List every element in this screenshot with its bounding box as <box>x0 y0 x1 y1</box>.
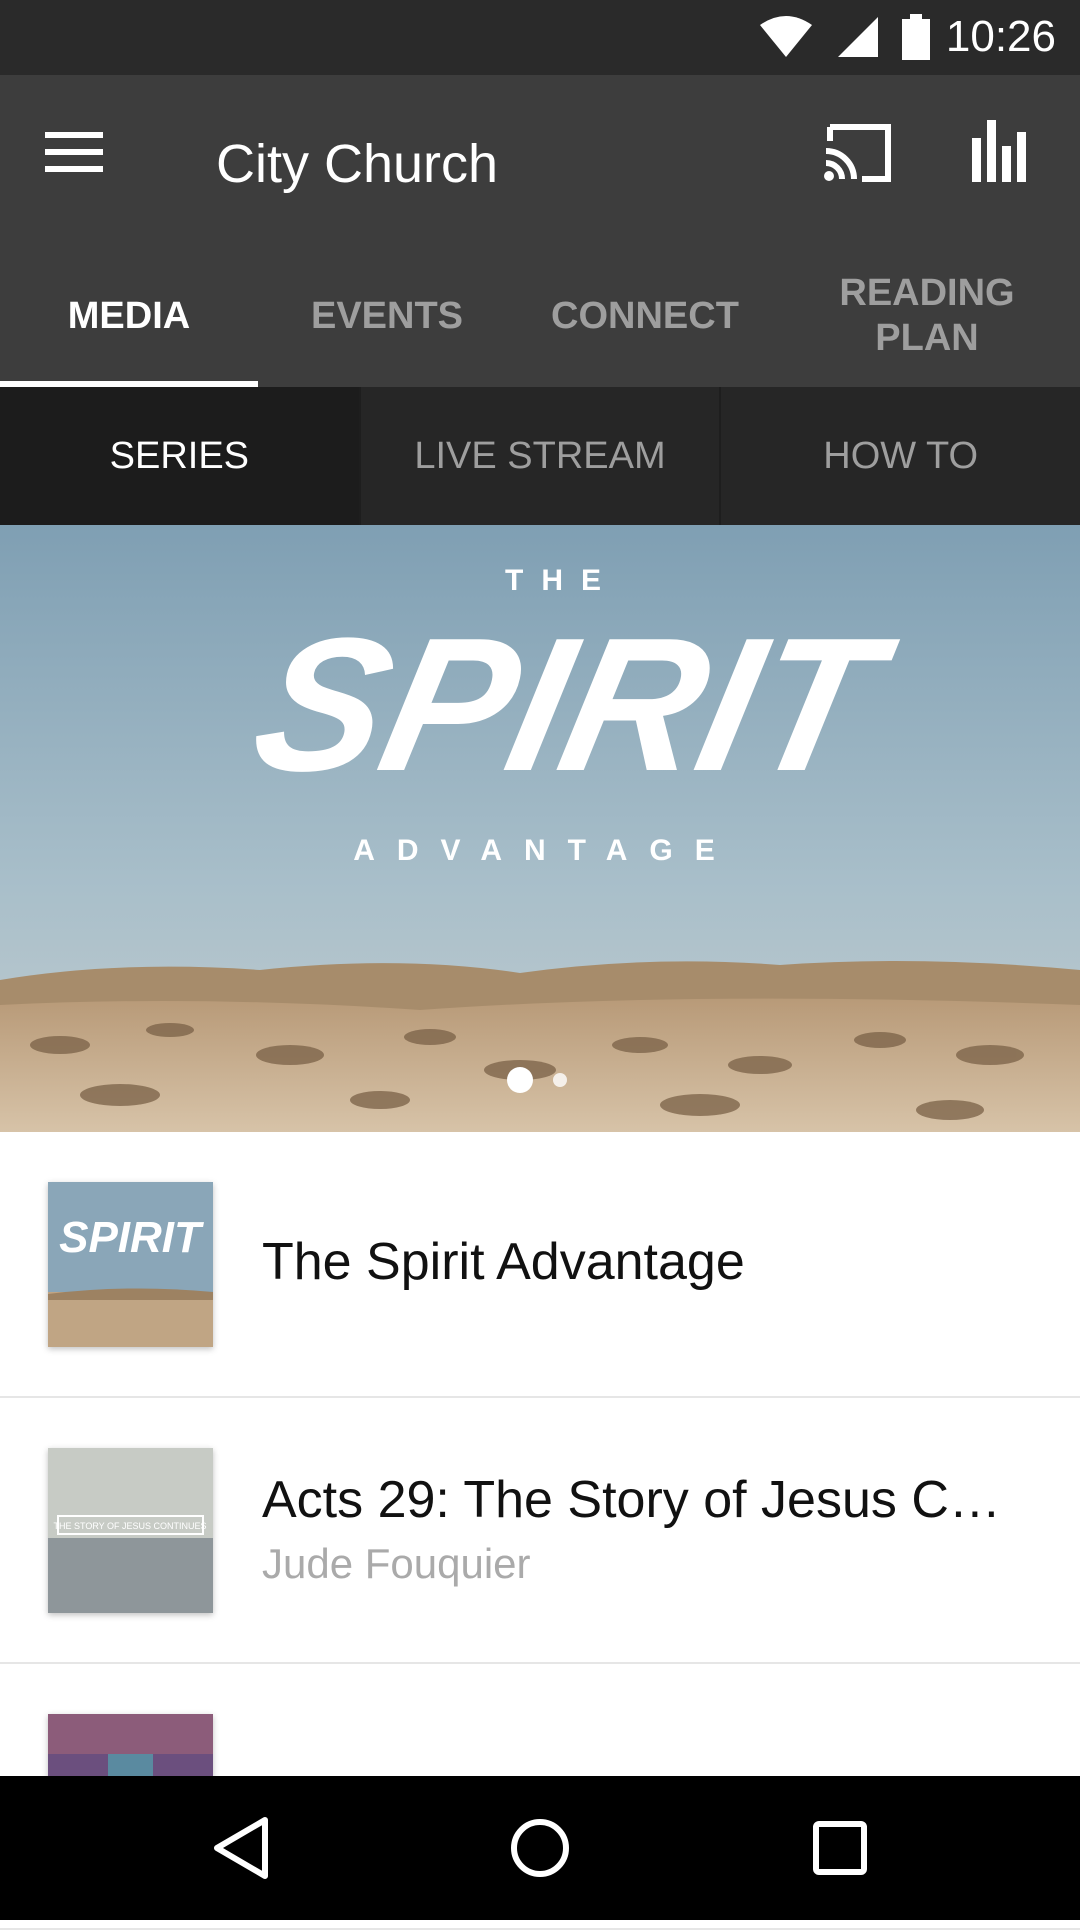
home-icon <box>511 1819 569 1877</box>
thumb-title: SPIRIT <box>59 1213 204 1262</box>
status-time: 10:26 <box>945 12 1056 61</box>
recents-button[interactable] <box>804 1812 876 1884</box>
list-item[interactable]: THE STORY OF JESUS CONTINUES Acts 29: Th… <box>0 1398 1080 1664</box>
subtab-live-stream[interactable]: LIVE STREAM <box>361 387 722 525</box>
stats-button[interactable] <box>970 120 1040 200</box>
cast-button[interactable] <box>822 123 902 203</box>
hero-title-main: SPIRIT <box>238 598 909 811</box>
hero-title-bottom: ADVANTAGE <box>353 834 737 867</box>
main-tabs: MEDIA EVENTS CONNECT READING PLAN <box>0 245 1080 387</box>
menu-icon <box>45 132 103 172</box>
subtab-series[interactable]: SERIES <box>0 387 361 525</box>
page-dot <box>553 1073 567 1087</box>
sub-tabs: SERIES LIVE STREAM HOW TO <box>0 387 1080 525</box>
thumb-title: THE STORY OF JESUS CONTINUES <box>53 1521 206 1531</box>
wifi-icon <box>760 16 812 57</box>
tab-connect[interactable]: CONNECT <box>516 245 774 387</box>
app-bar: City Church <box>0 75 1080 245</box>
signal-icon <box>838 17 878 57</box>
recents-icon <box>813 1821 867 1875</box>
tab-media[interactable]: MEDIA <box>0 245 258 387</box>
app-title: City Church <box>216 134 499 194</box>
tab-reading-plan[interactable]: READING PLAN <box>774 245 1080 387</box>
hero-title-top: THE <box>505 564 619 597</box>
subtab-how-to[interactable]: HOW TO <box>721 387 1080 525</box>
navigation-bar <box>0 1776 1080 1920</box>
item-title: Acts 29: The Story of Jesus C… <box>262 1471 1001 1529</box>
page-dot-active <box>507 1067 533 1093</box>
hero-image: THE SPIRIT ADVANTAGE <box>0 525 1080 1132</box>
item-subtitle: Jude Fouquier <box>262 1540 531 1587</box>
cast-icon <box>824 124 891 182</box>
series-thumbnail: SPIRIT <box>48 1182 213 1347</box>
menu-button[interactable] <box>45 130 125 190</box>
list-item[interactable]: SPIRIT The Spirit Advantage <box>0 1132 1080 1398</box>
battery-icon <box>902 14 930 60</box>
stats-icon <box>972 120 1026 182</box>
status-bar: 10:26 <box>0 0 1080 75</box>
status-icons <box>758 14 930 60</box>
home-button[interactable] <box>504 1812 576 1884</box>
item-title: The Spirit Advantage <box>262 1233 745 1291</box>
tab-events[interactable]: EVENTS <box>258 245 516 387</box>
back-button[interactable] <box>205 1812 277 1884</box>
hero-banner[interactable]: THE SPIRIT ADVANTAGE <box>0 525 1080 1132</box>
back-icon <box>214 1817 268 1879</box>
series-thumbnail: THE STORY OF JESUS CONTINUES <box>48 1448 213 1613</box>
